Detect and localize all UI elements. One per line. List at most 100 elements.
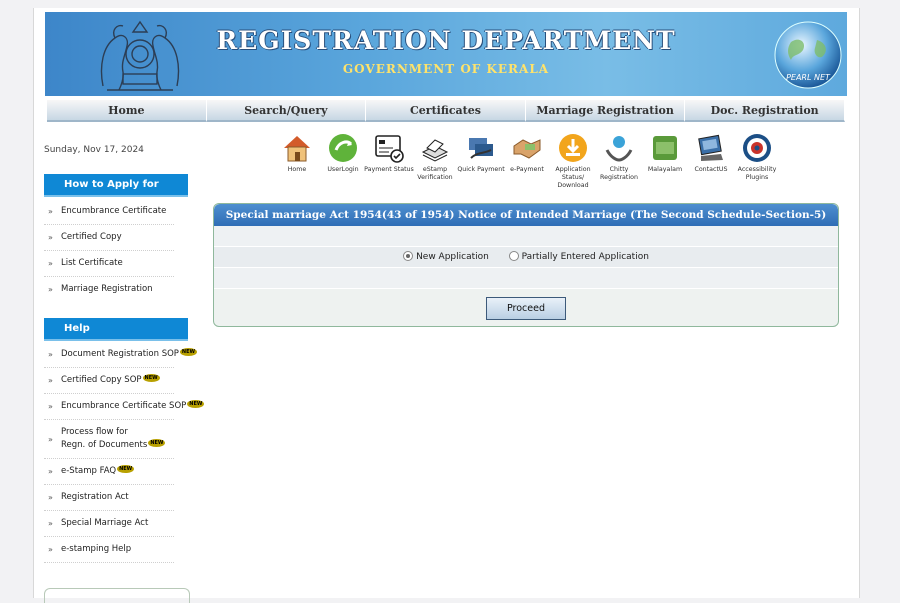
header-subtitle: GOVERNMENT OF KERALA [342, 62, 550, 76]
header-banner: REGISTRATION DEPARTMENT GOVERNMENT OF KE… [45, 12, 847, 96]
quick-epayment[interactable]: e-Payment [502, 132, 552, 174]
marriage-notice-panel: Special marriage Act 1954(43 of 1954) No… [213, 203, 839, 327]
quick-payment-status[interactable]: Payment Status [364, 132, 414, 174]
bullet-icon: » [48, 233, 53, 242]
payment-status-icon [375, 135, 404, 163]
radio-new-label: New Application [416, 252, 489, 262]
application-type-row: New Application Partially Entered Applic… [214, 247, 838, 268]
current-date: Sunday, Nov 17, 2024 [44, 145, 144, 155]
bullet-icon: » [48, 285, 53, 294]
quick-label: eStamp Verification [417, 166, 453, 181]
radio-partial-label: Partially Entered Application [521, 252, 649, 262]
download-icon [559, 134, 587, 162]
chitty-icon [605, 136, 633, 162]
sidebar-item-label: Certified Copy SOP [61, 375, 142, 385]
quick-icon-bar: Home UserLogin Payment Status eStamp Ver… [272, 132, 822, 196]
quick-home[interactable]: Home [272, 132, 322, 174]
bullet-icon: » [48, 259, 53, 268]
quick-label: Application Status/ Download [555, 166, 591, 189]
sidebar-item-label: Encumbrance Certificate SOP [61, 401, 187, 411]
accessibility-icon [743, 134, 771, 162]
sidebar-item-label: Marriage Registration [61, 284, 153, 294]
quick-contact-us[interactable]: ContactUS [686, 132, 736, 174]
bullet-icon: » [48, 435, 53, 444]
sidebar-item-label: Certified Copy [61, 232, 122, 242]
home-icon [284, 136, 310, 162]
nav-certificates[interactable]: Certificates [366, 100, 526, 122]
bullet-icon: » [48, 207, 53, 216]
sidebar-item-label: Encumbrance Certificate [61, 206, 167, 216]
quick-label: Chitty Registration [600, 166, 638, 181]
page: REGISTRATION DEPARTMENT GOVERNMENT OF KE… [33, 8, 860, 603]
quick-label: ContactUS [694, 166, 728, 173]
sidebar-item-encumbrance[interactable]: » Encumbrance Certificate [44, 199, 174, 225]
new-badge-icon: NEW [148, 439, 166, 447]
nav-marriage-registration[interactable]: Marriage Registration [525, 100, 686, 122]
nav-search-query[interactable]: Search/Query [206, 100, 367, 122]
sidebar-item-certified-copy[interactable]: » Certified Copy [44, 225, 174, 251]
nav-home[interactable]: Home [47, 100, 207, 122]
bullet-icon: » [48, 402, 53, 411]
new-badge-icon: NEW [179, 348, 198, 356]
quick-chitty-registration[interactable]: Chitty Registration [594, 132, 644, 182]
quick-malayalam[interactable]: Malayalam [640, 132, 690, 174]
sidebar-item-marriage-registration[interactable]: » Marriage Registration [44, 277, 174, 302]
quick-label: UserLogin [327, 166, 359, 173]
radio-selected-icon[interactable] [403, 250, 414, 261]
new-badge-icon: NEW [117, 465, 135, 473]
quick-estamp-verification[interactable]: eStamp Verification [410, 132, 460, 182]
estamp-icon [421, 139, 449, 162]
quick-label: Payment Status [364, 166, 414, 173]
sidebar-item-label: e-Stamp FAQ [61, 466, 117, 476]
header-title: REGISTRATION DEPARTMENT [216, 26, 676, 55]
sidebar-item-encumbrance-sop[interactable]: » Encumbrance Certificate SOP NEW [44, 394, 205, 420]
panel-action-row: Proceed [214, 289, 838, 320]
sidebar-item-estamping-help[interactable]: » e-stamping Help [44, 537, 174, 563]
sidebar-item-doc-reg-sop[interactable]: » Document Registration SOP NEW [44, 342, 198, 368]
proceed-button[interactable]: Proceed [486, 297, 566, 320]
sidebar-item-label: List Certificate [61, 258, 123, 268]
sidebar-item-process-flow[interactable]: » Process flow for Regn. of Documents NEW [44, 420, 174, 459]
bullet-icon: » [48, 376, 53, 385]
epayment-icon [513, 139, 541, 159]
sidebar-item-estamp-faq[interactable]: » e-Stamp FAQ NEW [44, 459, 174, 485]
quick-accessibility[interactable]: Accessibility Plugins [732, 132, 782, 182]
bullet-icon: » [48, 545, 53, 554]
quick-quick-payment[interactable]: Quick Payment [456, 132, 506, 174]
user-login-icon [329, 134, 357, 162]
sidebar-item-certified-copy-sop[interactable]: » Certified Copy SOP NEW [44, 368, 174, 394]
sidebar-next-box [44, 588, 190, 603]
quick-label: Accessibility Plugins [737, 166, 777, 181]
radio-partial-application[interactable]: Partially Entered Application [508, 250, 649, 262]
new-badge-icon: NEW [142, 374, 160, 382]
main-nav: Home Search/Query Certificates Marriage … [47, 100, 845, 122]
new-badge-icon: NEW [187, 400, 205, 408]
quick-user-login[interactable]: UserLogin [318, 132, 368, 174]
sidebar-item-label: Registration Act [61, 492, 129, 502]
quick-payment-icon [469, 138, 493, 159]
pearl-net-globe-icon: PEARL NET [774, 21, 842, 89]
quick-label: e-Payment [510, 166, 544, 173]
quick-label: Home [287, 166, 307, 173]
nav-doc-registration[interactable]: Doc. Registration [685, 100, 845, 122]
panel-blank-row [214, 268, 838, 289]
sidebar-item-list-certificate[interactable]: » List Certificate [44, 251, 174, 277]
radio-new-application[interactable]: New Application [403, 250, 489, 262]
sidebar-apply-heading: How to Apply for [44, 174, 188, 197]
malayalam-icon [653, 136, 677, 160]
sidebar-item-label-line2: Regn. of Documents [61, 440, 148, 450]
quick-label: Malayalam [647, 166, 683, 173]
sidebar-apply-list: » Encumbrance Certificate » Certified Copy… [44, 199, 174, 302]
radio-unselected-icon[interactable] [508, 250, 519, 261]
sidebar-item-registration-act[interactable]: » Registration Act [44, 485, 174, 511]
contact-icon [698, 134, 723, 161]
sidebar-help-list: » Document Registration SOP NEW » Certified… [44, 342, 205, 563]
sidebar-item-label: Special Marriage Act [61, 518, 149, 528]
quick-label: Quick Payment [457, 166, 505, 173]
bullet-icon: » [48, 350, 53, 359]
sidebar-item-special-marriage-act[interactable]: » Special Marriage Act [44, 511, 174, 537]
sidebar-help-heading: Help [44, 318, 188, 341]
bullet-icon: » [48, 519, 53, 528]
quick-application-status[interactable]: Application Status/ Download [548, 132, 598, 190]
globe-label: PEARL NET [786, 73, 831, 82]
